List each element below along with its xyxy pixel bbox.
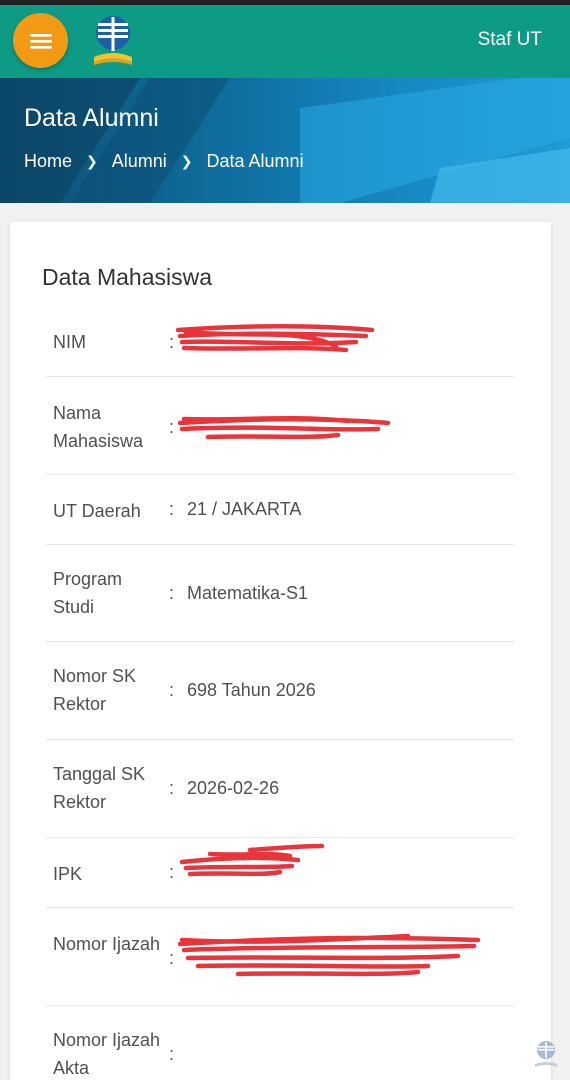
row-label: NIM [53, 332, 86, 352]
table-row-ut-daerah: UT Daerah : 21 / JAKARTA [46, 475, 514, 545]
redaction-scribble [178, 416, 391, 440]
row-label: Tanggal SK Rektor [53, 764, 146, 812]
table-row-nomor-ijazah: Nomor Ijazah : [46, 908, 514, 1006]
logo-watermark-icon [535, 1041, 557, 1067]
card-title: Data Mahasiswa [42, 264, 213, 290]
chevron-right-icon: ❯ [86, 153, 98, 169]
university-logo-icon [94, 16, 132, 65]
row-value: 21 / JAKARTA [187, 499, 302, 519]
row-value: 698 Tahun 2026 [187, 680, 316, 700]
hamburger-icon [29, 33, 52, 49]
student-data-card: Data Mahasiswa NIM : Nama Mahasiswa : UT… [10, 222, 551, 1080]
table-row-program-studi: Program Studi : Matematika-S1 [46, 545, 514, 642]
row-value: 2026-02-26 [187, 778, 280, 798]
row-label: Nomor SK Rektor [53, 666, 137, 714]
row-label: Nomor Ijazah [53, 934, 161, 954]
redaction-scribble [176, 323, 375, 353]
breadcrumb-alumni[interactable]: Alumni [112, 151, 167, 172]
table-row-ipk: IPK : [46, 838, 514, 908]
table-row-nomor-sk-rektor: Nomor SK Rektor : 698 Tahun 2026 [46, 642, 514, 740]
table-row-tanggal-sk-rektor: Tanggal SK Rektor : 2026-02-26 [46, 740, 514, 838]
row-colon: : [169, 332, 175, 352]
row-colon: : [169, 1044, 175, 1064]
chevron-right-icon: ❯ [180, 153, 193, 169]
data-table: NIM : Nama Mahasiswa : UT Daerah : 21 / … [46, 312, 514, 1080]
row-colon: : [169, 948, 175, 968]
row-label: UT Daerah [53, 501, 141, 521]
row-value: Matematika-S1 [187, 583, 309, 603]
row-label: Program Studi [53, 569, 123, 617]
menu-button[interactable] [13, 13, 68, 68]
row-label: Nama Mahasiswa [53, 403, 144, 451]
row-colon: : [169, 417, 175, 437]
user-label[interactable]: Staf UT [478, 29, 542, 51]
banner-background [0, 78, 570, 203]
row-colon: : [169, 680, 175, 700]
breadcrumb: Home ❯ Alumni ❯ Data Alumni [24, 151, 304, 172]
row-label: IPK [53, 864, 83, 884]
redaction-scribble [178, 933, 481, 977]
breadcrumb-current: Data Alumni [206, 151, 304, 171]
top-bar: Staf UT [0, 5, 570, 78]
page-banner: Data Alumni Home ❯ Alumni ❯ Data Alumni [0, 78, 570, 203]
redaction-scribble [180, 843, 325, 877]
row-colon: : [169, 862, 175, 882]
page-title: Data Alumni [24, 104, 159, 132]
breadcrumb-home[interactable]: Home [24, 151, 72, 172]
row-colon: : [169, 583, 175, 603]
row-colon: : [169, 499, 175, 519]
row-colon: : [169, 778, 175, 798]
table-row-nim: NIM : [46, 312, 514, 377]
row-label: Nomor Ijazah Akta [53, 1030, 161, 1078]
table-row-nomor-ijazah-akta: Nomor Ijazah Akta : [46, 1006, 514, 1080]
table-row-nama: Nama Mahasiswa : [46, 377, 514, 475]
